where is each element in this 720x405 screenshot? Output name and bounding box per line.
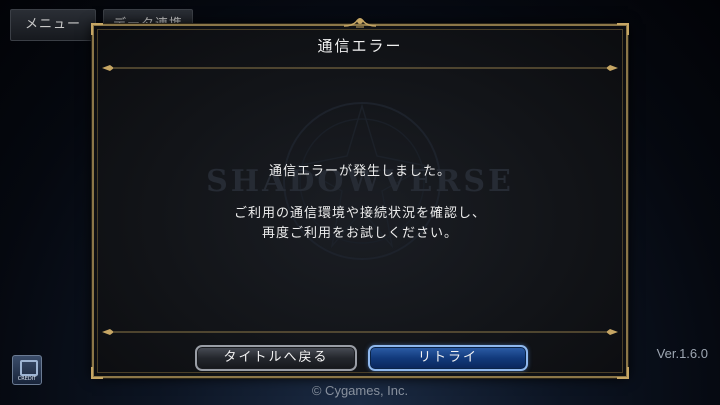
crest-ornament-icon <box>343 18 377 28</box>
credit-icon-caption: CREDIT <box>17 376 37 382</box>
frame-corner <box>617 23 629 35</box>
menu-button[interactable]: メニュー <box>10 9 96 41</box>
message-line: 再度ご利用をお試しください。 <box>261 226 458 241</box>
message-line: 通信エラーが発生しました。 <box>268 164 451 179</box>
version-label: Ver.1.6.0 <box>656 346 708 361</box>
frame-corner <box>617 367 629 379</box>
dialog-title: 通信エラー <box>317 37 403 55</box>
button-divider <box>102 329 618 335</box>
message-line: ご利用の通信環境や接続状況を確認し、 <box>233 206 486 221</box>
title-screen: メニュー データ連携 CREDIT Ver.1.6.0 © Cygames, I… <box>0 0 720 405</box>
credit-icon[interactable]: CREDIT <box>12 355 42 385</box>
retry-button[interactable]: リトライ <box>368 345 528 371</box>
frame-corner <box>91 367 103 379</box>
frame-corner <box>91 23 103 35</box>
title-divider <box>102 65 618 71</box>
credit-box-icon <box>20 360 38 376</box>
copyright-text: © Cygames, Inc. <box>311 383 409 398</box>
back-to-title-button[interactable]: タイトルへ戻る <box>195 345 357 371</box>
error-dialog: SHADOWVERSE 通信エラー 通信エラーが発生しました。 ご利用の通信環境… <box>91 18 629 379</box>
